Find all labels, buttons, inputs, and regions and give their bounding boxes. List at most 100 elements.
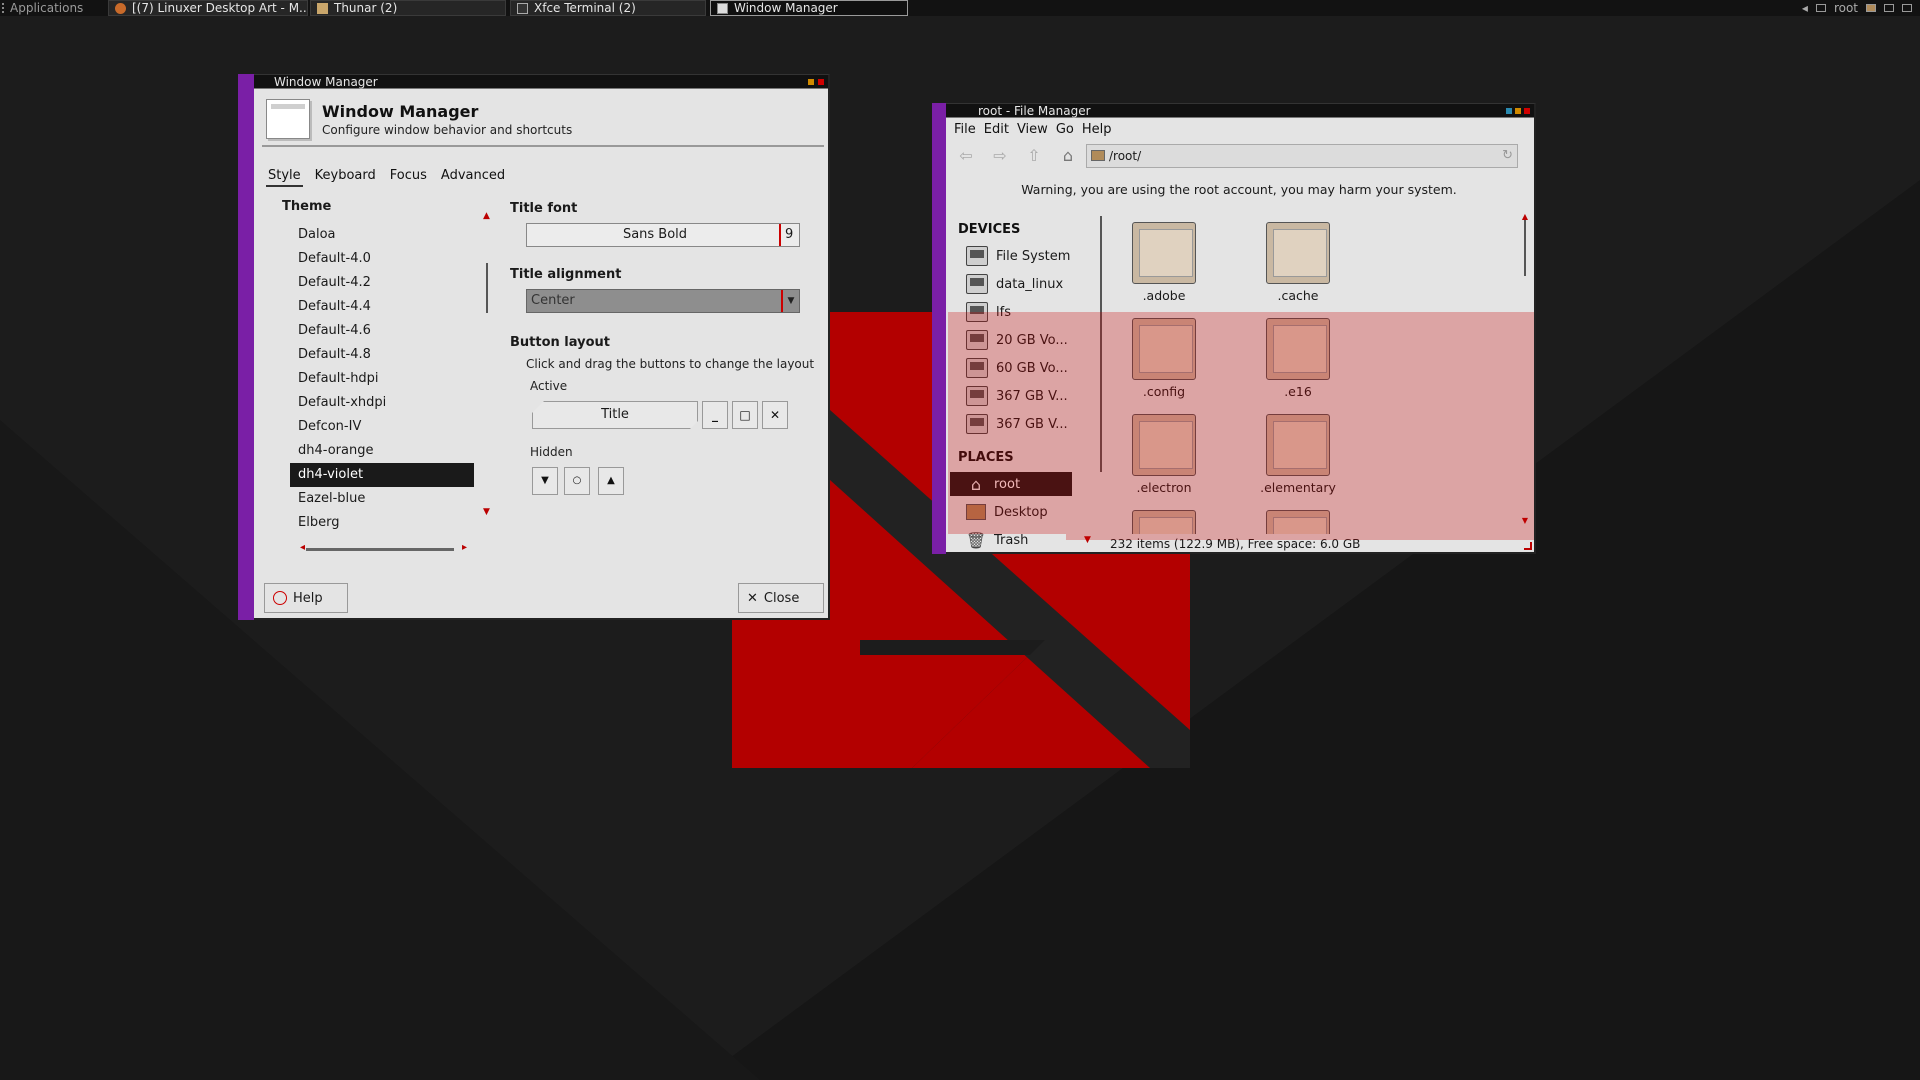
folder-item[interactable]: .elementary xyxy=(1248,408,1348,498)
sidebar-item-label: Desktop xyxy=(994,504,1048,520)
folder-item[interactable]: .electron xyxy=(1114,408,1214,498)
task-terminal[interactable]: Xfce Terminal (2) xyxy=(510,0,706,16)
menu-view[interactable]: View xyxy=(1017,120,1048,140)
theme-item[interactable]: Default-xhdpi xyxy=(290,391,474,415)
hscrollbar-thumb[interactable] xyxy=(306,548,454,551)
home-icon[interactable]: ⌂ xyxy=(1058,146,1078,166)
title-font-size: 9 xyxy=(779,224,799,246)
sidebar-item-file-system[interactable]: File System xyxy=(966,244,1086,268)
close-window-icon[interactable] xyxy=(818,79,824,85)
minimize-icon[interactable] xyxy=(808,79,814,85)
up-icon[interactable]: ⇧ xyxy=(1024,146,1044,166)
theme-item[interactable]: Default-4.2 xyxy=(290,271,474,295)
scroll-right-icon[interactable]: ▸ xyxy=(462,542,467,553)
maximize-icon[interactable] xyxy=(1515,108,1521,114)
close-layout-icon[interactable]: ✕ xyxy=(762,401,788,429)
help-button[interactable]: Help xyxy=(264,583,348,613)
fm-titlebar[interactable]: root - File Manager xyxy=(946,104,1534,118)
scroll-up-icon[interactable]: ▲ xyxy=(483,211,490,221)
close-window-icon[interactable] xyxy=(1524,108,1530,114)
theme-item[interactable]: Default-4.8 xyxy=(290,343,474,367)
workspace-2-icon[interactable] xyxy=(1902,4,1912,12)
applications-menu-button[interactable]: Applications xyxy=(2,0,83,16)
drive-icon xyxy=(966,246,988,266)
folder-item[interactable]: .config xyxy=(1114,312,1214,402)
task-terminal-label: Xfce Terminal (2) xyxy=(534,1,636,15)
menu-file[interactable]: File xyxy=(954,120,976,140)
task-browser[interactable]: [(7) Linuxer Desktop Art - M... xyxy=(108,0,308,16)
minimize-icon[interactable] xyxy=(1506,108,1512,114)
theme-item[interactable]: Daloa xyxy=(290,223,474,247)
sidebar-item-root[interactable]: ⌂ root xyxy=(950,472,1072,496)
menu-help[interactable]: Help xyxy=(1082,120,1112,140)
sidebar-item-data-linux[interactable]: data_linux xyxy=(966,272,1086,296)
title-font-button[interactable]: Sans Bold 9 xyxy=(526,223,800,247)
sidebar-item-volume-20gb[interactable]: 20 GB Vo... xyxy=(966,328,1086,352)
workspace-1-icon[interactable] xyxy=(1884,4,1894,12)
sidebar-item-desktop[interactable]: Desktop xyxy=(966,500,1086,524)
tab-focus[interactable]: Focus xyxy=(388,167,429,187)
theme-item-selected[interactable]: dh4-violet xyxy=(290,463,474,487)
task-thunar-label: Thunar (2) xyxy=(334,1,398,15)
back-icon[interactable]: ⇦ xyxy=(956,146,976,166)
theme-item[interactable]: Defcon-IV xyxy=(290,415,474,439)
menu-layout-icon[interactable]: ▼ xyxy=(532,467,558,495)
scroll-down-icon[interactable]: ▼ xyxy=(1522,516,1528,525)
sidebar-item-trash[interactable]: 🗑 Trash xyxy=(966,528,1086,552)
sidebar-item-lfs[interactable]: lfs xyxy=(966,300,1086,324)
scroll-down-icon[interactable]: ▼ xyxy=(483,507,490,517)
file-manager-icon xyxy=(317,2,328,14)
title-layout-slot[interactable]: Title xyxy=(532,401,698,429)
theme-item[interactable]: Eazel-blue xyxy=(290,487,474,511)
wm-titlebar[interactable]: Window Manager xyxy=(254,75,828,89)
menu-edit[interactable]: Edit xyxy=(984,120,1009,140)
theme-item[interactable]: Default-hdpi xyxy=(290,367,474,391)
location-bar[interactable]: /root/ ↻ xyxy=(1086,144,1518,168)
drive-icon xyxy=(966,274,988,294)
task-window-manager[interactable]: Window Manager xyxy=(710,0,908,16)
resize-grip-icon[interactable] xyxy=(1524,542,1532,550)
tab-advanced[interactable]: Advanced xyxy=(439,167,507,187)
stick-layout-icon[interactable]: ○ xyxy=(564,467,590,495)
theme-item[interactable]: Default-4.6 xyxy=(290,319,474,343)
sidebar-item-volume-367gb-a[interactable]: 367 GB V... xyxy=(966,384,1086,408)
drive-icon xyxy=(966,330,988,350)
file-grid-scrollbar[interactable] xyxy=(1524,220,1526,276)
network-icon[interactable] xyxy=(1815,4,1826,12)
volume-icon[interactable]: ◂ xyxy=(1802,1,1808,15)
scroll-left-icon[interactable]: ◂ xyxy=(300,542,305,553)
folder-item[interactable] xyxy=(1114,504,1214,534)
theme-item[interactable]: dh4-orange xyxy=(290,439,474,463)
theme-list-hscrollbar[interactable]: ◂ ▸ xyxy=(300,542,472,555)
task-thunar[interactable]: Thunar (2) xyxy=(310,0,506,16)
folder-item[interactable]: .cache xyxy=(1248,216,1348,306)
shade-layout-icon[interactable]: ▲ xyxy=(598,467,624,495)
theme-item[interactable]: Curve xyxy=(290,215,474,223)
theme-list-scrollbar[interactable]: ▲ ▼ xyxy=(483,211,491,521)
sidebar-item-volume-367gb-b[interactable]: 367 GB V... xyxy=(966,412,1086,436)
folder-item[interactable]: .adobe xyxy=(1114,216,1214,306)
folder-item[interactable] xyxy=(1248,504,1348,534)
system-tray: ◂ root xyxy=(1802,0,1912,16)
tab-style[interactable]: Style xyxy=(266,167,303,187)
title-alignment-select[interactable]: Center ▼ xyxy=(526,289,800,313)
scrollbar-thumb[interactable] xyxy=(486,263,488,313)
sidebar-scrollbar[interactable] xyxy=(1100,216,1102,472)
sidebar-item-volume-60gb[interactable]: 60 GB Vo... xyxy=(966,356,1086,380)
tab-keyboard[interactable]: Keyboard xyxy=(313,167,378,187)
theme-item[interactable]: Default-4.4 xyxy=(290,295,474,319)
theme-list[interactable]: Curve Daloa Default-4.0 Default-4.2 Defa… xyxy=(290,215,474,535)
close-button[interactable]: ✕ Close xyxy=(738,583,824,613)
window-manager-large-icon xyxy=(266,99,310,139)
minimize-layout-icon[interactable]: _ xyxy=(702,401,728,429)
tray-folder-icon[interactable] xyxy=(1866,4,1876,12)
maximize-layout-icon[interactable]: □ xyxy=(732,401,758,429)
theme-item[interactable]: Elberg xyxy=(290,511,474,535)
button-layout-label: Button layout xyxy=(510,335,611,350)
folder-item[interactable]: .e16 xyxy=(1248,312,1348,402)
forward-icon[interactable]: ⇨ xyxy=(990,146,1010,166)
menu-go[interactable]: Go xyxy=(1056,120,1074,140)
folder-name: .cache xyxy=(1277,288,1319,303)
reload-icon[interactable]: ↻ xyxy=(1502,145,1513,167)
theme-item[interactable]: Default-4.0 xyxy=(290,247,474,271)
